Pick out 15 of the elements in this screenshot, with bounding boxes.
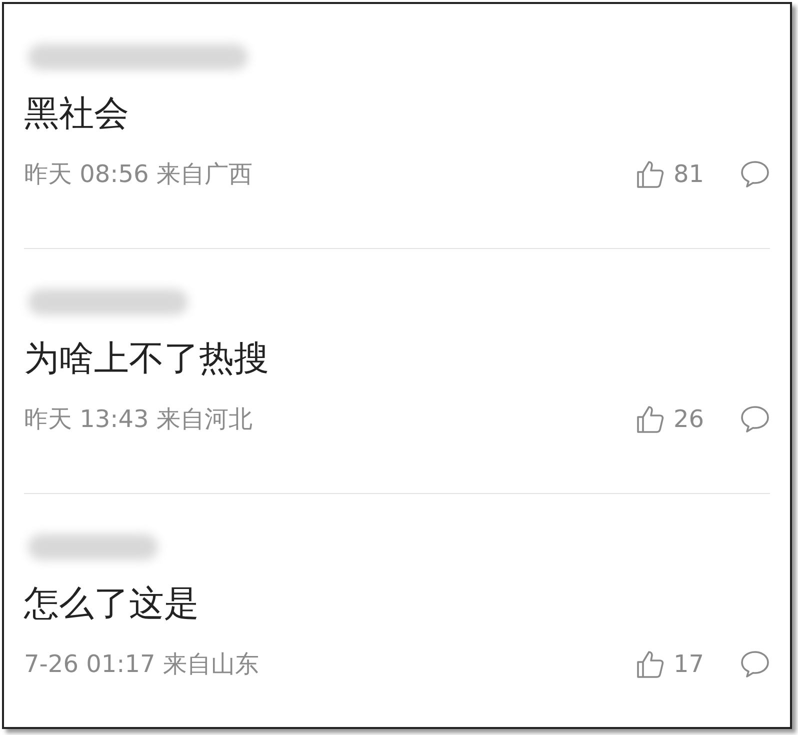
comment-meta: 昨天 08:56 来自广西 [24,159,254,190]
comment-text: 为啥上不了热搜 [24,338,270,381]
comment-meta: 昨天 13:43 来自河北 [24,404,254,435]
thumbs-up-icon[interactable] [635,649,666,679]
comment-text: 黑社会 [24,93,130,136]
like-count: 26 [673,405,704,433]
comment-meta: 7-26 01:17 来自山东 [24,649,260,680]
thumbs-up-icon[interactable] [635,159,666,189]
like-count: 17 [673,650,704,678]
thumbs-up-icon[interactable] [635,404,666,434]
comment-bubble-icon[interactable] [740,650,770,678]
comment-bubble-icon[interactable] [740,405,770,433]
like-count: 81 [673,160,704,188]
comment-bubble-icon[interactable] [740,160,770,188]
comment-text: 怎么了这是 [24,583,200,626]
